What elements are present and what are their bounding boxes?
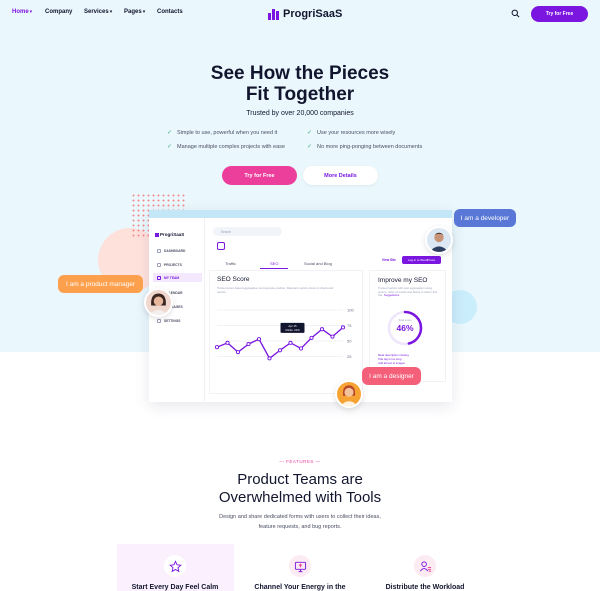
improve-seo-description: Trusted metrics with spot aggregation us… xyxy=(378,286,438,297)
chart-data-point[interactable] xyxy=(246,342,251,347)
seo-score-title: SEO Score xyxy=(217,276,250,283)
chart-y-tick-label: 25 xyxy=(347,354,352,359)
logo-icon xyxy=(268,8,280,20)
chart-data-point[interactable] xyxy=(235,350,241,355)
seo-score-description: Trusted score based aggregation and oppo… xyxy=(217,286,334,294)
chart-y-tick-label: 50 xyxy=(347,339,352,344)
feature-check-item: ✓ No more ping-ponging between documents xyxy=(307,143,423,151)
check-icon: ✓ xyxy=(167,130,173,136)
user-list-icon xyxy=(414,555,436,577)
feature-card-title: Distribute the Workload xyxy=(385,584,465,591)
wordpress-login-button[interactable]: Log in to WordPress xyxy=(402,256,441,264)
chart-data-point[interactable] xyxy=(267,356,272,361)
chart-data-point[interactable] xyxy=(298,346,304,351)
chart-data-point[interactable] xyxy=(225,340,230,345)
gauge-value: 46% xyxy=(396,323,414,333)
star-icon xyxy=(164,555,186,577)
chart-y-tick-label: 75 xyxy=(347,323,352,328)
features-description: Design and share dedicated forms with us… xyxy=(219,514,381,530)
mockup-sidebar-item-projects[interactable]: PROJECTS xyxy=(153,260,202,269)
check-icon: ✓ xyxy=(307,144,313,150)
feature-card-title: Channel Your Energy in the xyxy=(254,584,346,591)
chart-y-tick-label: 100 xyxy=(347,308,354,313)
active-tab-indicator xyxy=(260,268,288,269)
try-for-free-nav-button[interactable]: Try for Free xyxy=(531,6,588,22)
mockup-title-bar xyxy=(149,210,452,218)
chart-data-point[interactable] xyxy=(330,334,335,339)
hero-subtitle: Trusted by over 20,000 companies xyxy=(246,110,354,117)
chart-tooltip-value: Clicks: 21% xyxy=(285,328,300,332)
feature-check-item: ✓ Use your resources more wisely xyxy=(307,129,396,137)
gauge-label: Total score xyxy=(398,318,412,322)
monitor-icon xyxy=(289,555,311,577)
chart-data-point[interactable] xyxy=(214,345,220,350)
seo-line-chart: 100 75 50 25 Apr 15Clicks: 21% xyxy=(214,308,354,361)
features-tag: — FEATURES — xyxy=(279,459,321,464)
logo-text: ProgriSaaS xyxy=(283,8,343,20)
features-title: Product Teams are Overwhelmed with Tools xyxy=(218,471,382,506)
top-navigation: Home▾ Company Services▾ Pages▾ Contacts … xyxy=(0,0,600,28)
nav-item-pages[interactable]: Pages▾ xyxy=(124,9,145,15)
chart-data-point[interactable] xyxy=(288,340,293,345)
more-details-button[interactable]: More Details xyxy=(303,166,378,185)
chart-data-point[interactable] xyxy=(256,337,262,342)
nav-item-company[interactable]: Company xyxy=(45,9,72,15)
mockup-sidebar-item-my-team[interactable]: MY TEAM xyxy=(153,273,202,282)
chart-data-point[interactable] xyxy=(319,327,325,332)
mockup-sidebar-item-dashboard[interactable]: DASHBOARD xyxy=(153,246,202,255)
nav-item-home[interactable]: Home▾ xyxy=(12,9,32,15)
seo-issues-list: Meta description missing Title tag is to… xyxy=(378,353,440,365)
nav-item-services[interactable]: Services▾ xyxy=(84,9,112,15)
mockup-search-input[interactable]: Search xyxy=(213,227,282,236)
try-for-free-button[interactable]: Try for Free xyxy=(222,166,297,185)
mockup-logo: ProgriSaaS xyxy=(155,232,184,237)
brand-logo[interactable]: ProgriSaaS xyxy=(268,6,342,22)
chart-series-line xyxy=(216,326,344,360)
product-manager-bubble: I am a product manager xyxy=(58,275,143,293)
list-item[interactable]: Add alt text to images xyxy=(378,361,440,365)
chart-data-point[interactable] xyxy=(277,348,283,353)
mockup-tab-social[interactable]: Social and Blog xyxy=(304,261,332,266)
nav-item-contacts[interactable]: Contacts xyxy=(157,9,183,15)
feature-check-item: ✓ Simple to use, powerful when you need i… xyxy=(167,129,278,137)
designer-avatar xyxy=(335,380,363,408)
improve-seo-title: Improve my SEO xyxy=(378,277,428,284)
view-site-button[interactable]: View Site xyxy=(382,258,396,262)
check-icon: ✓ xyxy=(167,144,173,150)
search-icon[interactable] xyxy=(511,9,520,18)
chart-data-point[interactable] xyxy=(340,325,346,330)
feature-check-item: ✓ Manage multiple complex projects with e… xyxy=(167,143,285,151)
mockup-tab-seo[interactable]: SEO xyxy=(270,261,278,266)
mockup-sidebar-item-settings[interactable]: SETTINGS xyxy=(153,316,202,325)
chart-tooltip: Apr 15Clicks: 21% xyxy=(280,322,305,333)
product-manager-avatar xyxy=(144,288,173,317)
suggestions-link[interactable]: Suggestions xyxy=(384,293,399,297)
designer-bubble: I am a designer xyxy=(362,367,421,385)
feature-card-title: Start Every Day Feel Calm xyxy=(131,584,219,591)
developer-avatar xyxy=(425,226,453,254)
check-icon: ✓ xyxy=(307,130,313,136)
developer-bubble: I am a developer xyxy=(454,209,516,227)
chart-data-point[interactable] xyxy=(309,335,314,340)
mockup-filter-icon[interactable] xyxy=(217,242,225,250)
mockup-tab-traffic[interactable]: Traffic xyxy=(225,261,236,266)
hero-title: See How the Pieces Fit Together xyxy=(210,63,390,105)
